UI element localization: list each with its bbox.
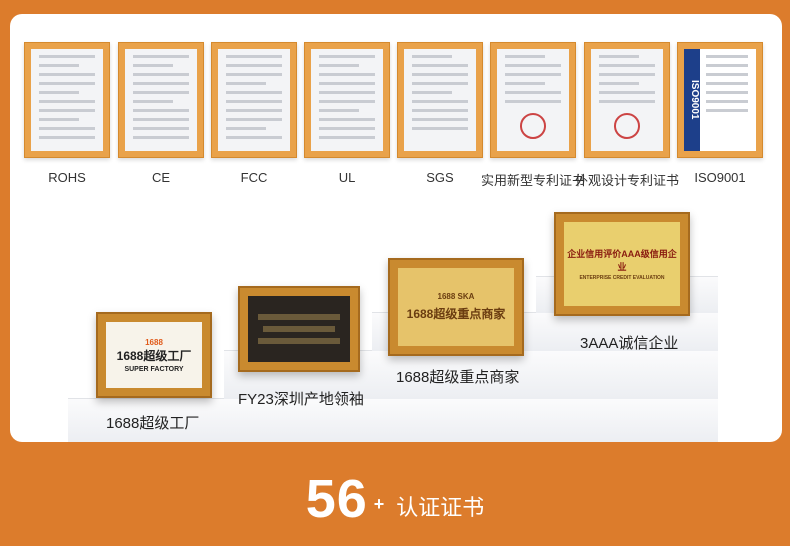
aaa-credit-plaque: 企业信用评价AAA级信用企业 ENTERPRISE CREDIT EVALUAT…: [554, 212, 690, 316]
award-label-aaa-credit: 3AAA诚信企业: [580, 335, 679, 352]
certificates-panel: ISO9001 ROHS CE FCC UL SGS 实用新型专利证书 外观设计…: [10, 14, 782, 442]
plaque-brand: 1688: [145, 337, 163, 347]
plus-sign: +: [373, 493, 385, 514]
plaque-title: 1688超级工厂: [116, 348, 192, 363]
footer-banner: 56 + 认证证书: [0, 452, 790, 546]
fy23-leader-plaque: [238, 286, 360, 372]
iso-band-text: ISO9001: [684, 49, 700, 151]
rohs-certificate-image: [24, 42, 110, 158]
plaque-subtitle: SUPER FACTORY: [124, 365, 184, 373]
ul-certificate-image: [304, 42, 390, 158]
award-label-super-factory: 1688超级工厂: [106, 415, 200, 432]
certificate-count: 56: [305, 469, 368, 529]
super-factory-plaque: 1688 1688超级工厂 SUPER FACTORY: [96, 312, 212, 398]
plaque-brand: 1688 SKA: [437, 292, 475, 301]
plaque-title: 企业信用评价AAA级信用企业: [567, 249, 677, 272]
plaque-subtitle: ENTERPRISE CREDIT EVALUATION: [579, 275, 665, 281]
sgs-certificate-image: [397, 42, 483, 158]
fcc-certificate-image: [211, 42, 297, 158]
certificate-count-caption: 认证证书: [396, 495, 485, 520]
cert-label-iso9001: ISO9001: [694, 170, 746, 185]
ce-certificate-image: [118, 42, 204, 158]
plaque-title: 1688超级重点商家: [406, 307, 506, 321]
award-label-key-merchant: 1688超级重点商家: [396, 369, 520, 386]
design-patent-certificate-image: [584, 42, 670, 158]
key-merchant-plaque: 1688 SKA 1688超级重点商家: [388, 258, 524, 356]
award-label-fy23-leader: FY23深圳产地领袖: [238, 391, 364, 408]
iso9001-certificate-image: ISO9001: [677, 42, 763, 158]
utility-patent-certificate-image: [490, 42, 576, 158]
